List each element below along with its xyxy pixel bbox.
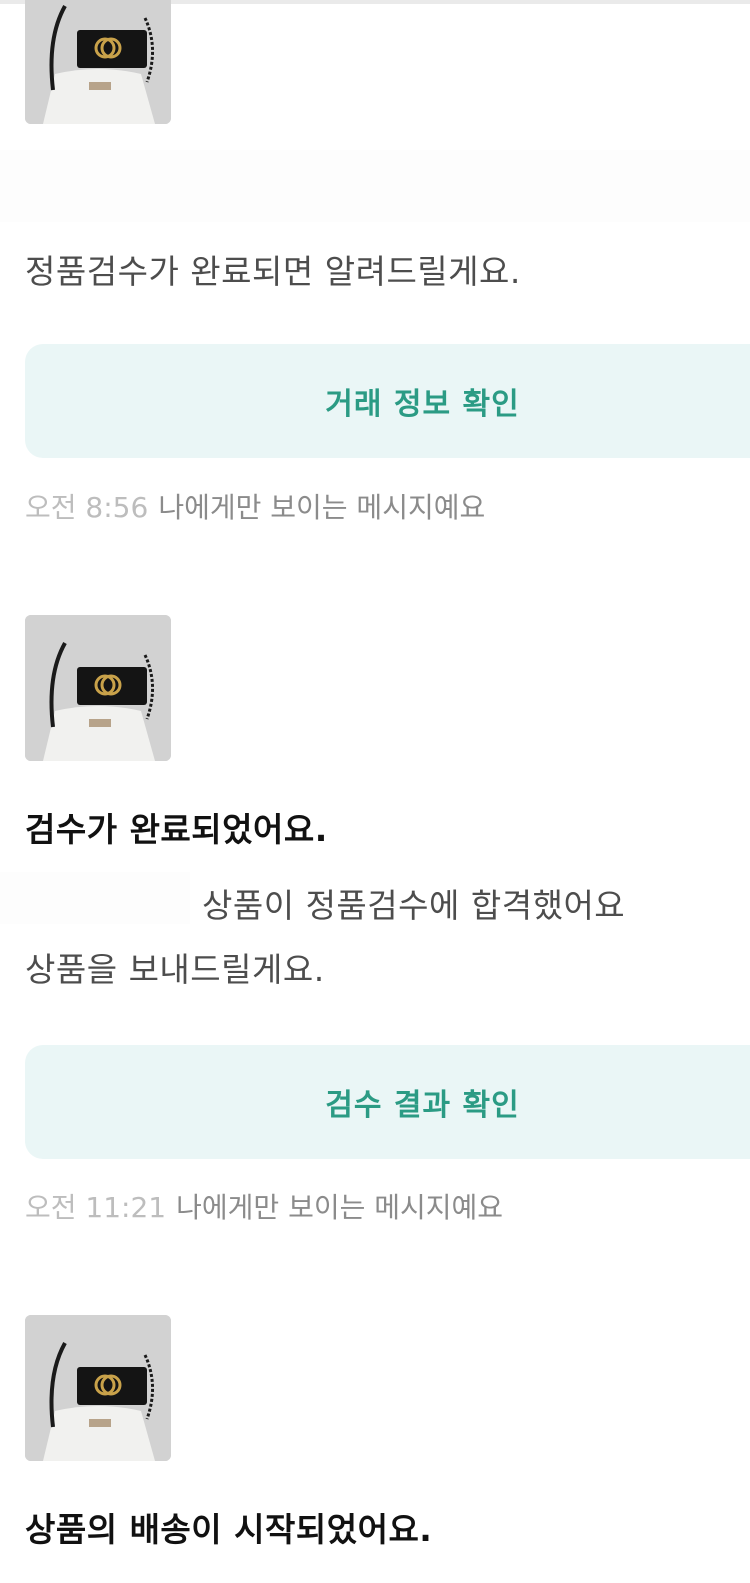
view-transaction-info-button[interactable]: 거래 정보 확인	[25, 344, 750, 458]
message-title: 상품의 배송이 시작되었어요.	[25, 1510, 433, 1549]
visibility-note: 나에게만 보이는 메시지예요	[158, 491, 486, 524]
handbag-image-icon	[25, 615, 171, 761]
message-time: 오전 11:21	[25, 1191, 167, 1224]
handbag-image-icon	[25, 1315, 171, 1461]
message-body: 상품이 정품검수에 합격했어요	[202, 886, 626, 925]
button-label: 거래 정보 확인	[325, 387, 520, 422]
message-meta: 오전 8:56 나에게만 보이는 메시지예요	[25, 490, 485, 526]
product-thumbnail[interactable]	[25, 0, 171, 124]
visibility-note: 나에게만 보이는 메시지예요	[176, 1191, 504, 1224]
message-body: 상품을 보내드릴게요.	[25, 950, 325, 989]
product-thumbnail[interactable]	[25, 1315, 171, 1461]
blank-area	[0, 872, 190, 924]
product-thumbnail[interactable]	[25, 615, 171, 761]
blank-area	[0, 150, 750, 222]
message-meta: 오전 11:21 나에게만 보이는 메시지예요	[25, 1190, 503, 1226]
button-label: 검수 결과 확인	[325, 1088, 520, 1123]
message-time: 오전 8:56	[25, 491, 149, 524]
message-body: 정품검수가 완료되면 알려드릴게요.	[25, 252, 521, 291]
chat-page: 정품검수가 완료되면 알려드릴게요. 거래 정보 확인 오전 8:56 나에게만 …	[0, 0, 750, 1583]
handbag-image-icon	[25, 0, 171, 124]
message-title: 검수가 완료되었어요.	[25, 810, 328, 849]
view-inspection-result-button[interactable]: 검수 결과 확인	[25, 1045, 750, 1159]
